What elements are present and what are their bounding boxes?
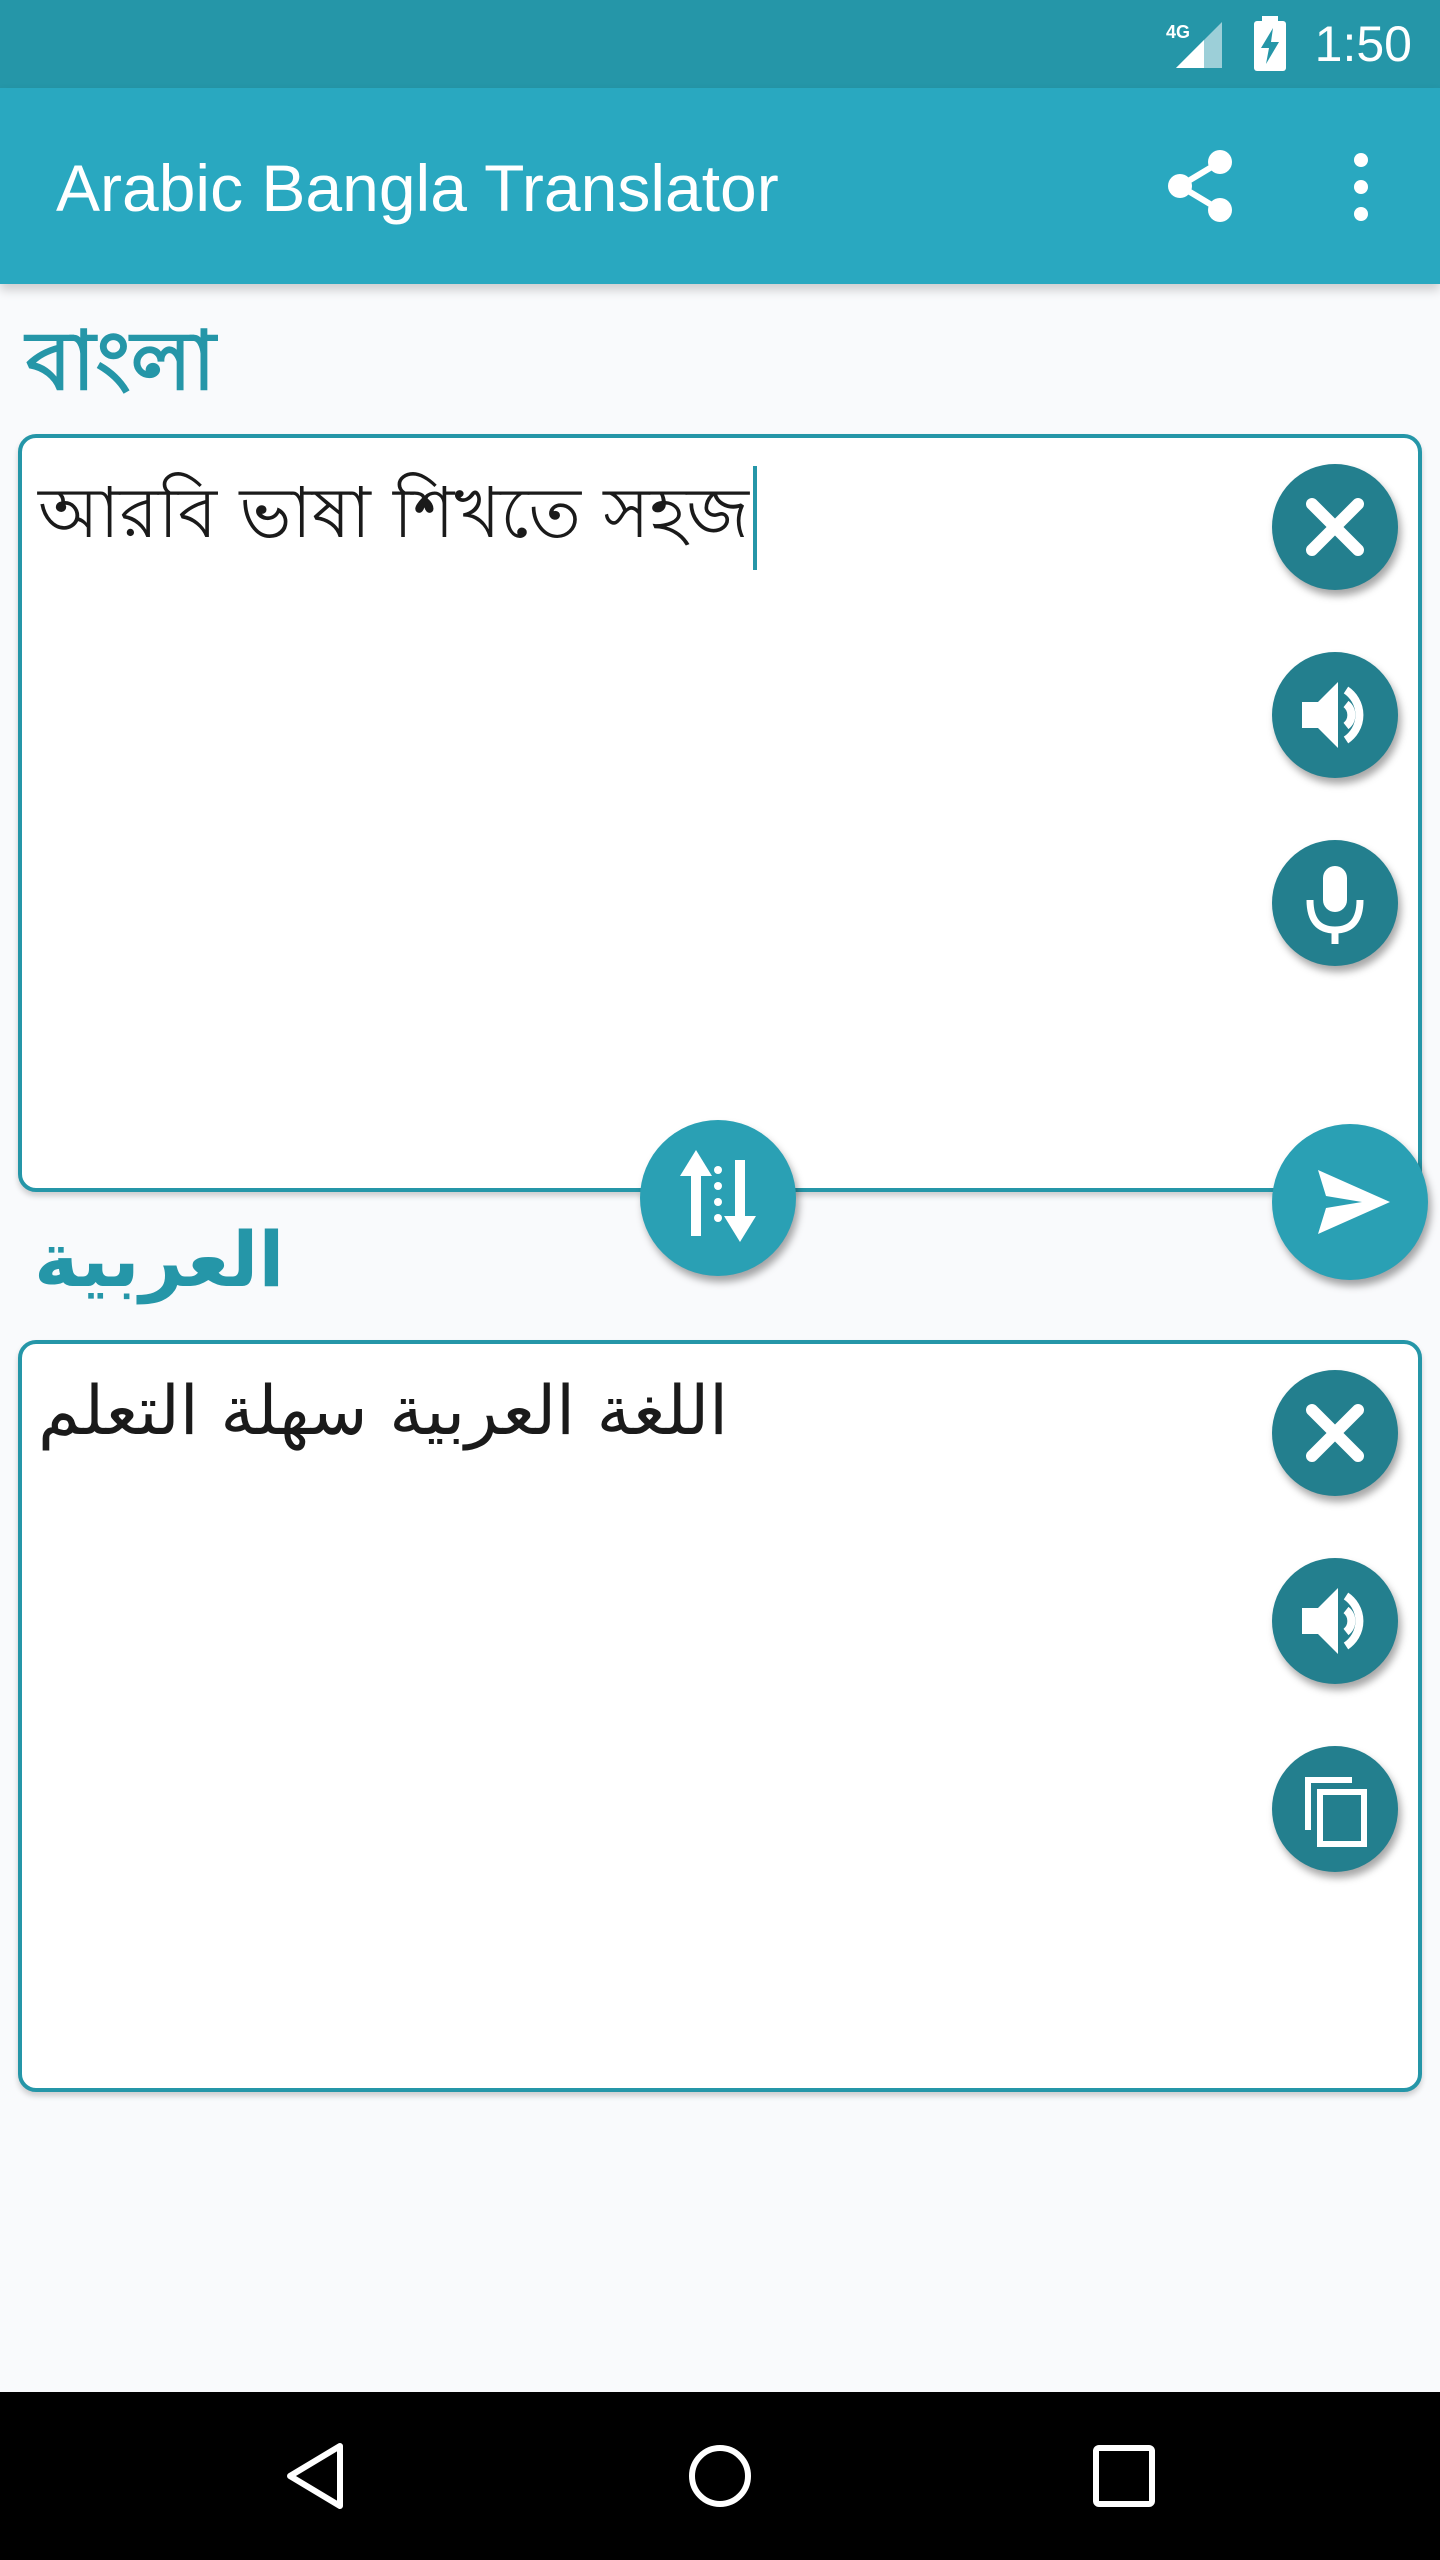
battery-charging-icon — [1254, 16, 1286, 71]
share-icon[interactable] — [1156, 142, 1246, 232]
send-icon — [1318, 1170, 1390, 1234]
target-speak-button[interactable] — [1272, 1558, 1398, 1684]
target-text-box: اللغة العربية سهلة التعلم — [18, 1340, 1422, 2092]
signal-4g-icon: 4G — [1166, 22, 1222, 68]
home-icon[interactable] — [680, 2436, 760, 2516]
more-vert-icon[interactable] — [1316, 142, 1406, 232]
clear-icon — [1306, 1404, 1364, 1462]
source-speak-button[interactable] — [1272, 652, 1398, 778]
microphone-icon — [1306, 866, 1364, 944]
target-copy-button[interactable] — [1272, 1746, 1398, 1872]
status-bar: 4G 1:50 — [0, 0, 1440, 88]
system-nav-bar — [0, 2392, 1440, 2560]
text-cursor — [752, 466, 757, 570]
translated-text: اللغة العربية سهلة التعلم — [38, 1372, 729, 1451]
target-language-label: العربية — [34, 1215, 285, 1304]
source-clear-button[interactable] — [1272, 464, 1398, 590]
source-text: আরবি ভাষা শিখতে সহজ — [38, 472, 749, 555]
clock: 1:50 — [1314, 16, 1412, 72]
copy-icon — [1305, 1777, 1367, 1847]
back-icon[interactable] — [276, 2436, 356, 2516]
speaker-icon — [1302, 1588, 1364, 1654]
app-title: Arabic Bangla Translator — [56, 151, 779, 225]
translate-button[interactable] — [1272, 1124, 1428, 1280]
speaker-icon — [1302, 682, 1364, 748]
clear-icon — [1306, 498, 1364, 556]
app-bar: Arabic Bangla Translator — [0, 88, 1440, 284]
source-text-box[interactable]: আরবি ভাষা শিখতে সহজ — [18, 434, 1422, 1192]
svg-text:4G: 4G — [1166, 22, 1190, 42]
recents-icon[interactable] — [1084, 2436, 1164, 2516]
source-text-input[interactable]: আরবি ভাষা শিখতে সহজ — [38, 466, 757, 570]
swap-languages-button[interactable] — [640, 1120, 796, 1276]
source-mic-button[interactable] — [1272, 840, 1398, 966]
source-language-label: বাংলা — [26, 314, 216, 409]
swap-vertical-icon — [680, 1150, 756, 1242]
target-clear-button[interactable] — [1272, 1370, 1398, 1496]
